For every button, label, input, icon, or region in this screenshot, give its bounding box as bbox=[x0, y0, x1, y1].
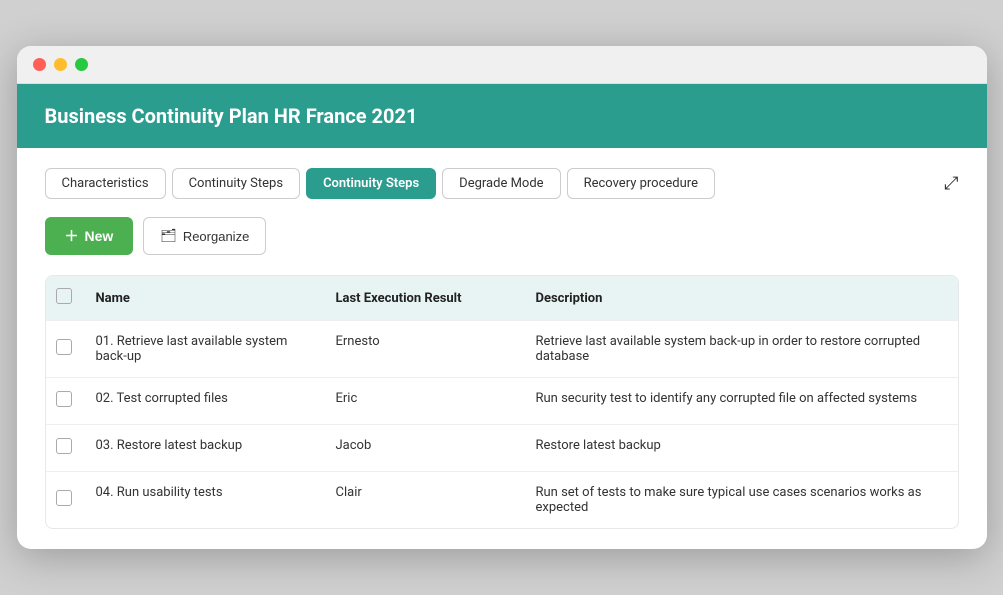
col-exec-header: Last Execution Result bbox=[322, 276, 522, 321]
dot-red[interactable] bbox=[33, 58, 46, 71]
header-checkbox[interactable] bbox=[56, 288, 72, 304]
page-title: Business Continuity Plan HR France 2021 bbox=[45, 104, 959, 128]
table-row: 02. Test corrupted files Eric Run securi… bbox=[46, 378, 958, 425]
titlebar bbox=[17, 46, 987, 84]
row-execution: Ernesto bbox=[322, 321, 522, 378]
col-checkbox bbox=[46, 276, 82, 321]
tab-bar: Characteristics Continuity Steps Continu… bbox=[45, 168, 959, 199]
app-window: Business Continuity Plan HR France 2021 … bbox=[17, 46, 987, 549]
tab-continuity-steps-2[interactable]: Continuity Steps bbox=[306, 168, 436, 199]
row-checkbox-cell bbox=[46, 425, 82, 472]
row-checkbox[interactable] bbox=[56, 490, 72, 506]
row-checkbox-cell bbox=[46, 321, 82, 378]
table-row: 03. Restore latest backup Jacob Restore … bbox=[46, 425, 958, 472]
tab-recovery-procedure[interactable]: Recovery procedure bbox=[567, 168, 715, 199]
row-checkbox[interactable] bbox=[56, 339, 72, 355]
row-description: Restore latest backup bbox=[522, 425, 958, 472]
tab-continuity-steps-1[interactable]: Continuity Steps bbox=[172, 168, 300, 199]
content-area: Characteristics Continuity Steps Continu… bbox=[17, 148, 987, 549]
col-desc-header: Description bbox=[522, 276, 958, 321]
row-name: 02. Test corrupted files bbox=[82, 378, 322, 425]
reorganize-button[interactable]: 🗂 Reorganize bbox=[143, 217, 266, 255]
toolbar: ＋ New 🗂 Reorganize bbox=[45, 217, 959, 255]
row-description: Retrieve last available system back-up i… bbox=[522, 321, 958, 378]
row-name: 01. Retrieve last available system back-… bbox=[82, 321, 322, 378]
row-checkbox-cell bbox=[46, 378, 82, 425]
tab-degrade-mode[interactable]: Degrade Mode bbox=[442, 168, 560, 199]
row-description: Run set of tests to make sure typical us… bbox=[522, 472, 958, 529]
col-name-header: Name bbox=[82, 276, 322, 321]
plus-icon: ＋ bbox=[65, 226, 79, 246]
data-table: Name Last Execution Result Description 0… bbox=[45, 275, 959, 529]
table-row: 04. Run usability tests Clair Run set of… bbox=[46, 472, 958, 529]
tab-characteristics[interactable]: Characteristics bbox=[45, 168, 166, 199]
row-name: 04. Run usability tests bbox=[82, 472, 322, 529]
expand-icon[interactable]: ⤢ bbox=[944, 173, 958, 194]
folder-icon: 🗂 bbox=[160, 228, 177, 244]
row-checkbox[interactable] bbox=[56, 391, 72, 407]
row-name: 03. Restore latest backup bbox=[82, 425, 322, 472]
row-checkbox-cell bbox=[46, 472, 82, 529]
new-button[interactable]: ＋ New bbox=[45, 217, 134, 255]
header-bar: Business Continuity Plan HR France 2021 bbox=[17, 84, 987, 148]
dot-yellow[interactable] bbox=[54, 58, 67, 71]
row-execution: Clair bbox=[322, 472, 522, 529]
dot-green[interactable] bbox=[75, 58, 88, 71]
new-label: New bbox=[85, 228, 114, 244]
table-row: 01. Retrieve last available system back-… bbox=[46, 321, 958, 378]
row-description: Run security test to identify any corrup… bbox=[522, 378, 958, 425]
row-checkbox[interactable] bbox=[56, 438, 72, 454]
row-execution: Jacob bbox=[322, 425, 522, 472]
row-execution: Eric bbox=[322, 378, 522, 425]
table-header-row: Name Last Execution Result Description bbox=[46, 276, 958, 321]
reorganize-label: Reorganize bbox=[183, 229, 250, 244]
